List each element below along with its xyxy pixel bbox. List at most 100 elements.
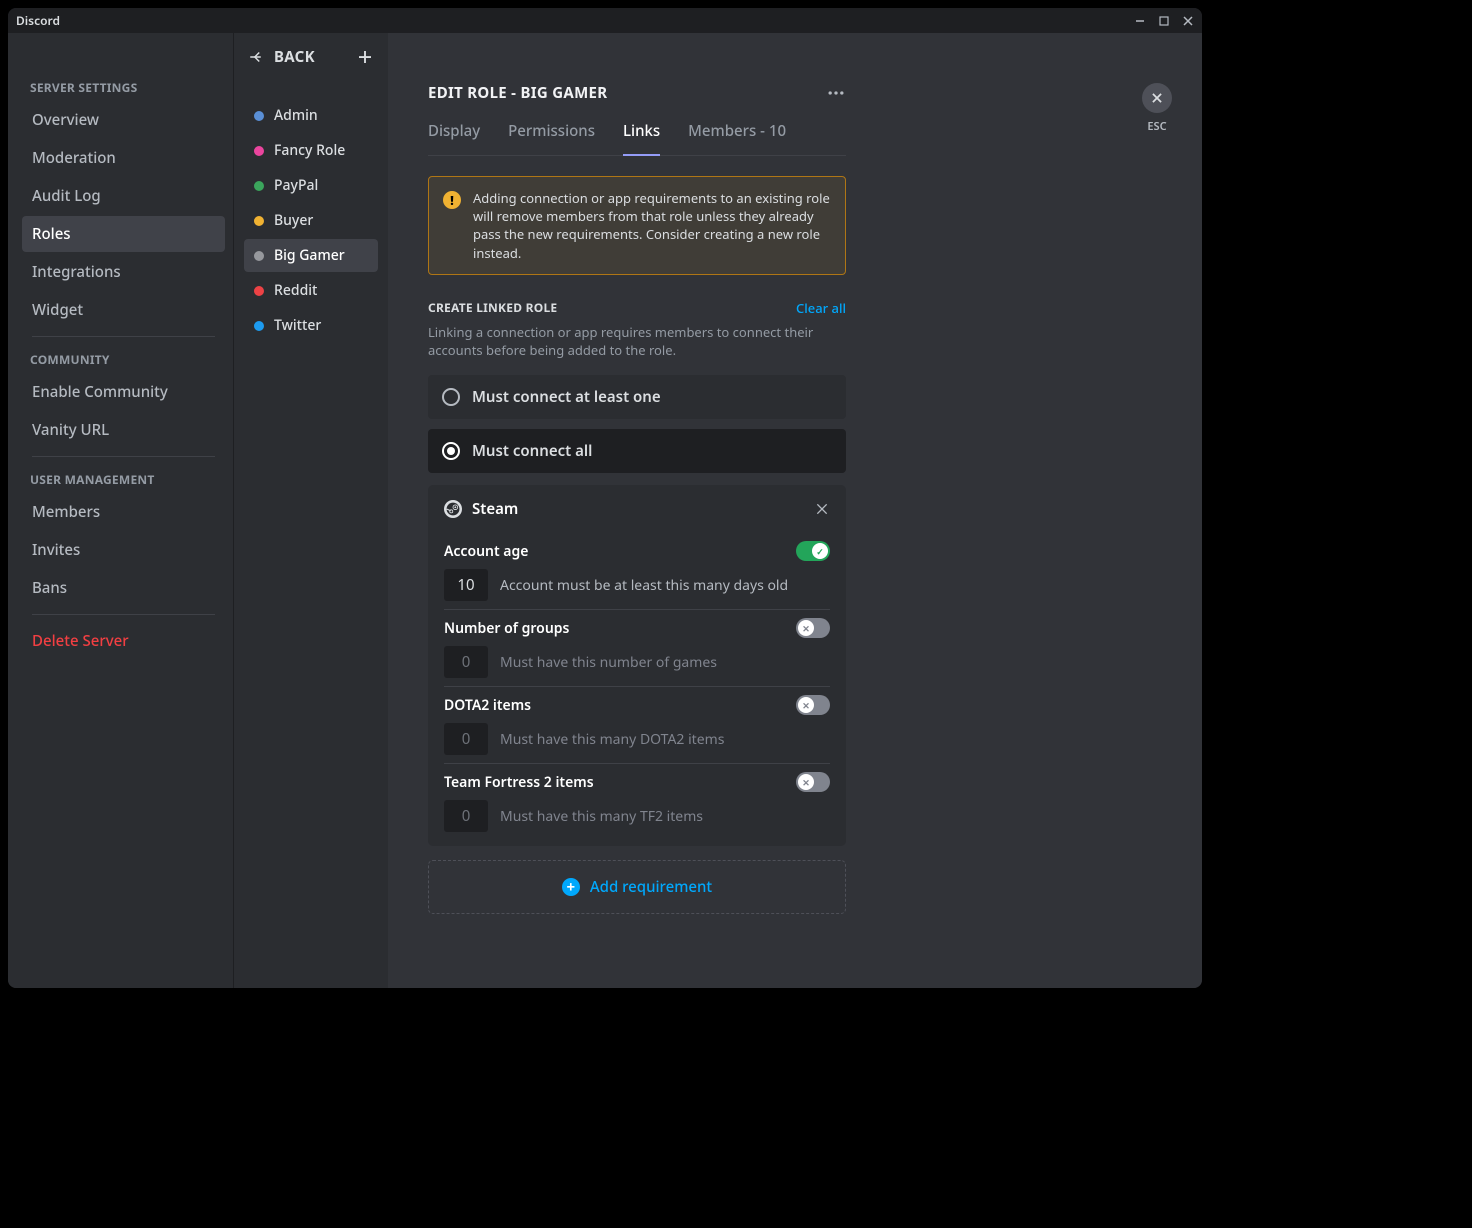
requirement-card-steam: Steam Account age ✓ Account must be at l… (428, 485, 846, 846)
settings-sidebar: SERVER SETTINGS Overview Moderation Audi… (8, 33, 233, 988)
esc-label: ESC (1142, 119, 1172, 134)
field-input[interactable] (444, 800, 488, 832)
role-name: Twitter (274, 316, 321, 335)
role-name: PayPal (274, 176, 318, 195)
sidebar-item-delete-server[interactable]: Delete Server (22, 623, 225, 659)
roles-list-column: BACK Admin Fancy Role PayPal Buyer Big Gamer… (233, 33, 388, 988)
close-button[interactable] (1142, 83, 1172, 113)
role-name: Big Gamer (274, 246, 345, 265)
sidebar-item-roles[interactable]: Roles (22, 216, 225, 252)
tab-members[interactable]: Members - 10 (688, 121, 786, 155)
role-item-twitter[interactable]: Twitter (244, 309, 378, 342)
sidebar-item-invites[interactable]: Invites (22, 532, 225, 568)
requirement-field: Team Fortress 2 items ✕ Must have this m… (444, 764, 830, 840)
sidebar-item-moderation[interactable]: Moderation (22, 140, 225, 176)
add-role-button[interactable] (356, 48, 374, 66)
requirement-field: Account age ✓ Account must be at least t… (444, 533, 830, 610)
titlebar: Discord (8, 8, 1202, 33)
section-title: CREATE LINKED ROLE (428, 299, 557, 316)
field-input[interactable] (444, 646, 488, 678)
sidebar-heading-user-mgmt: USER MANAGEMENT (22, 465, 225, 494)
field-label: Number of groups (444, 619, 569, 638)
remove-requirement-button[interactable] (814, 501, 830, 517)
app-title: Discord (16, 12, 60, 29)
field-description: Account must be at least this many days … (500, 576, 788, 595)
field-toggle[interactable]: ✕ (796, 618, 830, 638)
divider (32, 614, 215, 615)
radio-connect-one[interactable]: Must connect at least one (428, 375, 846, 419)
sidebar-heading-community: COMMUNITY (22, 345, 225, 374)
minimize-icon[interactable] (1134, 15, 1146, 27)
field-description: Must have this number of games (500, 653, 717, 672)
role-item-reddit[interactable]: Reddit (244, 274, 378, 307)
window-controls (1134, 15, 1194, 27)
tab-links[interactable]: Links (623, 121, 660, 155)
role-item-fancy-role[interactable]: Fancy Role (244, 134, 378, 167)
page-title: EDIT ROLE - BIG GAMER (428, 83, 607, 103)
warning-icon: ! (443, 191, 461, 209)
steam-icon (444, 500, 462, 518)
divider (32, 456, 215, 457)
sidebar-item-vanity-url[interactable]: Vanity URL (22, 412, 225, 448)
close-icon (1150, 91, 1164, 105)
role-name: Admin (274, 106, 318, 125)
x-icon: ✕ (798, 697, 814, 713)
sidebar-item-widget[interactable]: Widget (22, 292, 225, 328)
field-toggle[interactable]: ✕ (796, 772, 830, 792)
role-name: Reddit (274, 281, 317, 300)
clear-all-link[interactable]: Clear all (796, 299, 846, 317)
radio-icon (442, 388, 460, 406)
divider (32, 336, 215, 337)
field-label: Account age (444, 542, 528, 561)
requirement-field: Number of groups ✕ Must have this number… (444, 610, 830, 687)
check-icon: ✓ (812, 543, 828, 559)
section-description: Linking a connection or app requires mem… (428, 323, 846, 359)
radio-label: Must connect all (472, 441, 592, 461)
maximize-icon[interactable] (1158, 15, 1170, 27)
role-item-big-gamer[interactable]: Big Gamer (244, 239, 378, 272)
sidebar-item-bans[interactable]: Bans (22, 570, 225, 606)
role-color-dot (254, 146, 264, 156)
role-item-admin[interactable]: Admin (244, 99, 378, 132)
field-input[interactable] (444, 569, 488, 601)
role-color-dot (254, 111, 264, 121)
field-label: Team Fortress 2 items (444, 773, 594, 792)
role-tabs: Display Permissions Links Members - 10 (428, 121, 846, 156)
role-color-dot (254, 251, 264, 261)
role-item-buyer[interactable]: Buyer (244, 204, 378, 237)
radio-connect-all[interactable]: Must connect all (428, 429, 846, 473)
add-requirement-label: Add requirement (590, 877, 712, 897)
role-name: Fancy Role (274, 141, 345, 160)
sidebar-item-members[interactable]: Members (22, 494, 225, 530)
sidebar-item-enable-community[interactable]: Enable Community (22, 374, 225, 410)
warning-text: Adding connection or app requirements to… (473, 189, 831, 262)
sidebar-item-audit-log[interactable]: Audit Log (22, 178, 225, 214)
role-color-dot (254, 181, 264, 191)
field-input[interactable] (444, 723, 488, 755)
field-description: Must have this many DOTA2 items (500, 730, 724, 749)
close-window-icon[interactable] (1182, 15, 1194, 27)
x-icon: ✕ (798, 774, 814, 790)
field-toggle[interactable]: ✕ (796, 695, 830, 715)
role-color-dot (254, 216, 264, 226)
tab-permissions[interactable]: Permissions (508, 121, 595, 155)
sidebar-item-overview[interactable]: Overview (22, 102, 225, 138)
requirement-field: DOTA2 items ✕ Must have this many DOTA2 … (444, 687, 830, 764)
field-label: DOTA2 items (444, 696, 531, 715)
more-options-button[interactable] (826, 83, 846, 103)
sidebar-item-integrations[interactable]: Integrations (22, 254, 225, 290)
back-label: BACK (274, 47, 315, 67)
radio-label: Must connect at least one (472, 387, 661, 407)
field-description: Must have this many TF2 items (500, 807, 703, 826)
arrow-left-icon (248, 48, 266, 66)
field-toggle[interactable]: ✓ (796, 541, 830, 561)
connection-name: Steam (472, 499, 518, 519)
back-button[interactable]: BACK (248, 47, 315, 67)
warning-banner: ! Adding connection or app requirements … (428, 176, 846, 275)
add-requirement-button[interactable]: + Add requirement (428, 860, 846, 914)
radio-icon (442, 442, 460, 460)
tab-display[interactable]: Display (428, 121, 480, 155)
x-icon: ✕ (798, 620, 814, 636)
role-item-paypal[interactable]: PayPal (244, 169, 378, 202)
role-editor-content: ESC EDIT ROLE - BIG GAMER Display Permis… (388, 33, 1202, 988)
